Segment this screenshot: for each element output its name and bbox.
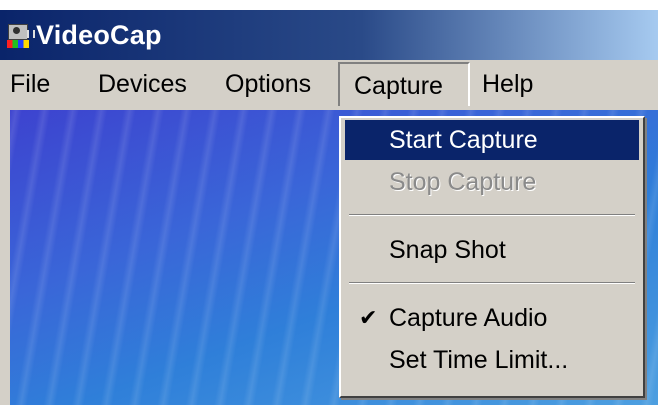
menu-item-stop-capture[interactable]: Stop Capture [345,162,639,202]
menu-bar: File Devices Options Capture Help [0,62,658,106]
menu-help[interactable]: Help [482,62,533,106]
menu-item-set-time-limit[interactable]: Set Time Limit... [345,340,639,380]
videocap-app-icon[interactable] [6,20,35,50]
title-bar[interactable]: VideoCap [0,10,658,60]
checkmark-icon: ✔ [359,305,378,330]
menu-item-capture-audio[interactable]: ✔ Capture Audio [345,298,639,338]
camera-antenna-shape [27,30,35,38]
color-bars-shape [7,40,29,48]
videocap-window: VideoCap File Devices Options Capture He… [0,10,658,405]
camera-lens-shape [13,27,20,34]
menu-item-snap-shot[interactable]: Snap Shot [345,230,639,270]
menu-capture[interactable]: Capture [338,62,470,106]
menu-separator [349,282,635,284]
menu-options[interactable]: Options [225,62,311,106]
menu-item-capture-audio-label: Capture Audio [389,304,548,332]
menu-item-start-capture[interactable]: Start Capture [345,120,639,160]
capture-dropdown-menu: Start Capture Stop Capture Snap Shot ✔ C… [339,116,645,398]
menu-separator [349,214,635,216]
window-title: VideoCap [36,19,162,50]
menu-file[interactable]: File [10,62,50,106]
menu-devices[interactable]: Devices [98,62,187,106]
